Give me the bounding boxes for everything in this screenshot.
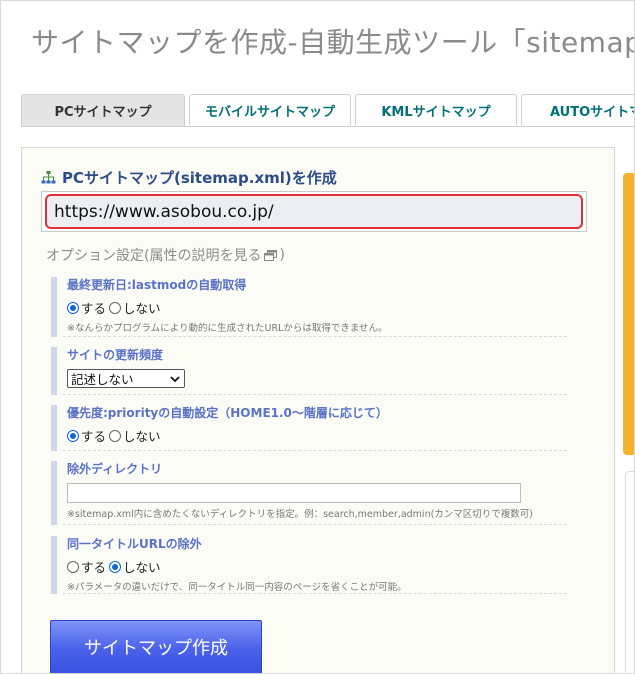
option-exclude-dir-label: 除外ディレクトリ	[67, 462, 163, 476]
same-title-no-label[interactable]: しない	[123, 557, 161, 576]
same-title-yes-option[interactable]: する	[67, 557, 106, 576]
side-banner	[623, 173, 634, 455]
same-title-no-option[interactable]: しない	[109, 557, 161, 576]
same-title-yes-radio[interactable]	[67, 560, 79, 573]
exclude-dir-input[interactable]	[67, 483, 521, 503]
lastmod-yes-radio[interactable]	[67, 301, 79, 314]
changefreq-selected: 記述しない	[71, 372, 134, 387]
sitemap-icon	[41, 171, 56, 184]
tab-kml-sitemap[interactable]: KMLサイトマップ	[355, 94, 517, 125]
exclude-dir-note: ※sitemap.xml内に含めたくないディレクトリを指定。例：search,m…	[67, 509, 534, 520]
option-lastmod: 最終更新日:lastmodの自動取得 する しない ※なんらかプログラムにより動…	[51, 277, 567, 337]
external-window-icon	[264, 249, 278, 261]
option-exclude-dir: 除外ディレクトリ ※sitemap.xml内に含めたくないディレクトリを指定。例…	[51, 461, 567, 525]
priority-yes-radio[interactable]	[67, 429, 79, 442]
priority-no-label[interactable]: しない	[123, 426, 161, 445]
form-title-text: PCサイトマップ(sitemap.xml)を作成	[62, 169, 337, 187]
same-title-yes-label[interactable]: する	[81, 557, 106, 576]
option-lastmod-label: 最終更新日:lastmodの自動取得	[67, 278, 247, 292]
lastmod-no-option[interactable]: しない	[109, 298, 161, 317]
priority-no-radio[interactable]	[109, 429, 122, 442]
browser-viewport: サイトマップを作成-自動生成ツール「sitemap.xml」 PCサイトマップ …	[0, 0, 635, 674]
chevron-down-icon	[170, 375, 180, 382]
create-sitemap-button[interactable]: サイトマップ作成	[50, 620, 262, 673]
same-title-no-radio[interactable]	[109, 560, 122, 573]
lastmod-note: ※なんらかプログラムにより動的に生成されたURLからは取得できません。	[67, 323, 388, 334]
options-heading-text[interactable]: オプション設定(属性の説明を見る	[46, 245, 261, 265]
tab-mobile-sitemap[interactable]: モバイルサイトマップ	[189, 94, 351, 125]
lastmod-no-label[interactable]: しない	[123, 298, 161, 317]
option-priority-label: 優先度:priorityの自動設定（HOME1.0～階層に応じて）	[67, 406, 388, 420]
options-heading-close: )	[279, 247, 285, 263]
url-input[interactable]	[45, 194, 583, 229]
lastmod-yes-option[interactable]: する	[67, 298, 106, 317]
lastmod-yes-label[interactable]: する	[81, 298, 106, 317]
page-title: サイトマップを作成-自動生成ツール「sitemap.xml」	[31, 26, 634, 59]
side-panel	[625, 471, 634, 673]
url-field-wrapper	[41, 191, 587, 232]
option-same-title-label: 同一タイトルURLの除外	[67, 537, 202, 551]
lastmod-no-radio[interactable]	[109, 301, 122, 314]
option-same-title: 同一タイトルURLの除外 する しない ※パラメータの違いだけで、同一タイトル同…	[51, 536, 567, 594]
tab-pc-sitemap[interactable]: PCサイトマップ	[21, 94, 185, 126]
same-title-note: ※パラメータの違いだけで、同一タイトル同一内容のページを省くことが可能。	[67, 582, 407, 593]
options-heading: オプション設定(属性の説明を見る )	[46, 245, 285, 265]
priority-yes-label[interactable]: する	[81, 426, 106, 445]
option-priority: 優先度:priorityの自動設定（HOME1.0～階層に応じて） する しない	[51, 405, 567, 451]
option-changefreq: サイトの更新頻度 記述しない	[51, 347, 567, 395]
changefreq-select[interactable]: 記述しない	[67, 369, 185, 388]
option-changefreq-label: サイトの更新頻度	[67, 348, 164, 362]
priority-no-option[interactable]: しない	[109, 426, 161, 445]
form-title: PCサイトマップ(sitemap.xml)を作成	[41, 167, 337, 188]
tab-bar: PCサイトマップ モバイルサイトマップ KMLサイトマップ AUTOサイトマップ	[21, 94, 634, 127]
priority-yes-option[interactable]: する	[67, 426, 106, 445]
tab-auto-sitemap[interactable]: AUTOサイトマップ	[521, 94, 634, 125]
